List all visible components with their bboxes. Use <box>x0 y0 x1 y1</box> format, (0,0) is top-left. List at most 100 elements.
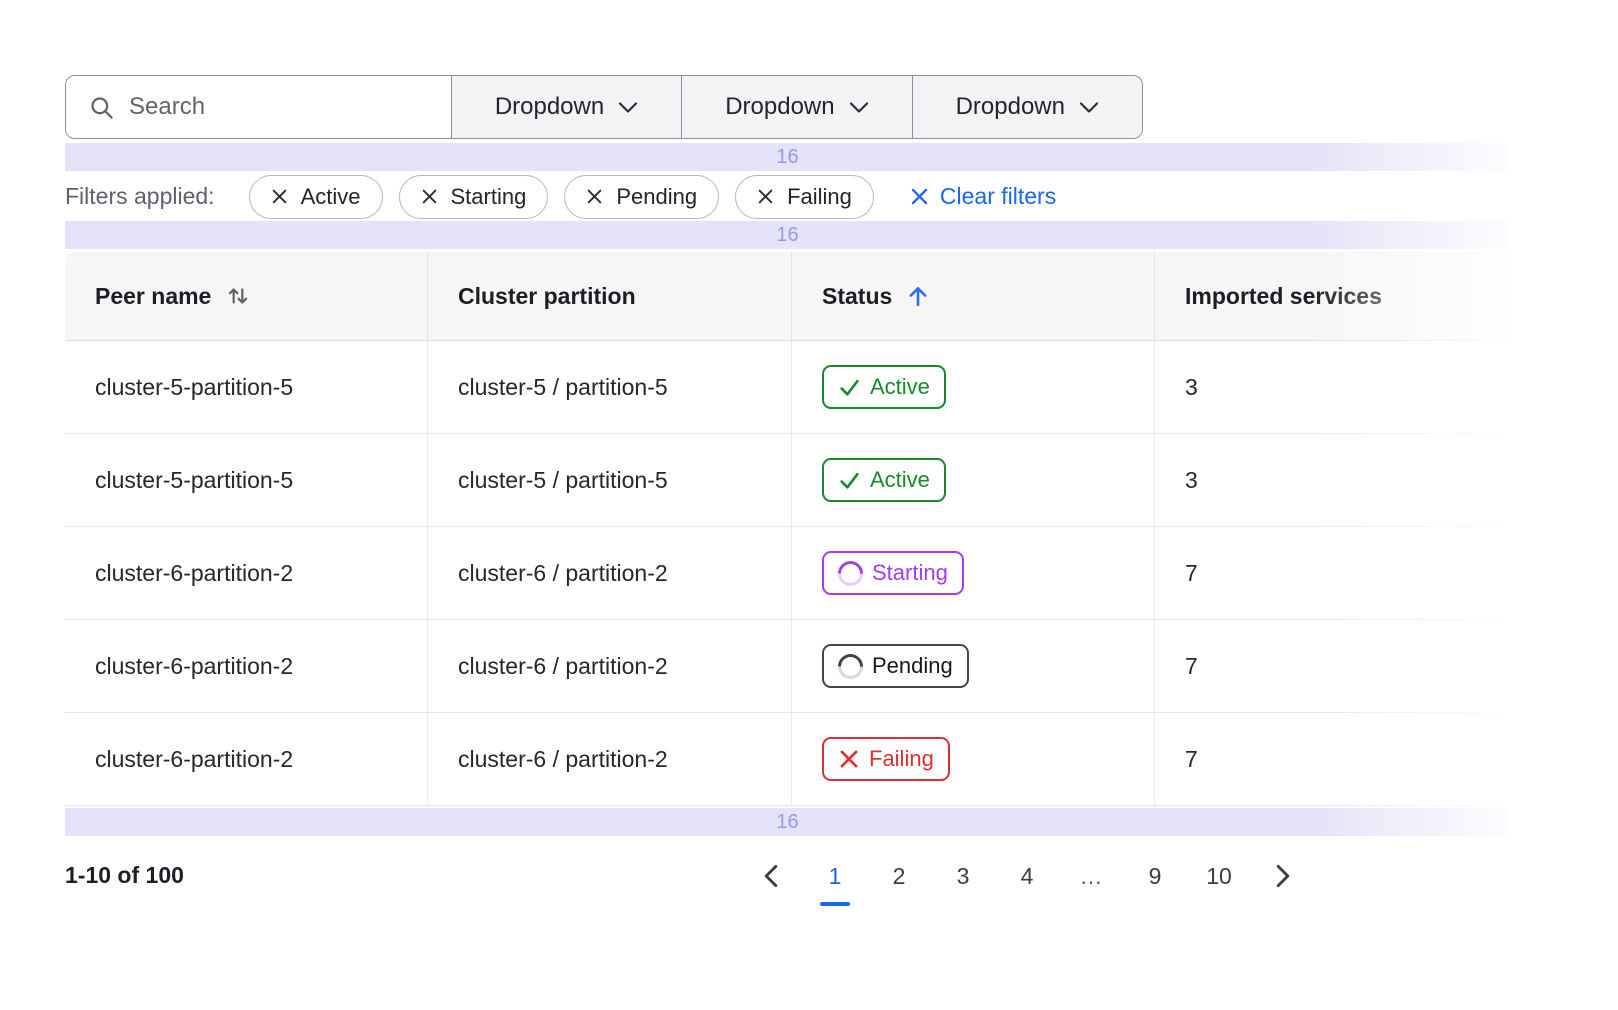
remove-filter-icon <box>421 188 438 205</box>
chevron-down-icon <box>849 101 869 114</box>
clear-filters-link[interactable]: Clear filters <box>910 183 1056 210</box>
filter-chip-active[interactable]: Active <box>249 175 383 219</box>
filter-chip-failing[interactable]: Failing <box>735 175 874 219</box>
previous-page-button[interactable] <box>739 852 803 900</box>
status-label: Active <box>870 374 930 400</box>
remove-filter-icon <box>586 188 603 205</box>
imported-services-cell: 3 <box>1155 434 1510 526</box>
chevron-left-icon <box>762 864 780 888</box>
chip-label: Starting <box>451 184 527 210</box>
filters-applied-label: Filters applied: <box>65 183 215 210</box>
peer-name-cell: cluster-6-partition-2 <box>65 620 428 712</box>
spacing-value: 16 <box>776 811 798 834</box>
dropdown-label: Dropdown <box>495 93 604 121</box>
table-row[interactable]: cluster-6-partition-2 cluster-6 / partit… <box>65 713 1510 806</box>
column-header-status[interactable]: Status <box>792 252 1155 340</box>
pagination-ellipsis: … <box>1059 852 1123 900</box>
remove-filter-icon <box>757 188 774 205</box>
pagination-nav: 1 2 3 4 … 9 10 <box>739 852 1315 900</box>
cluster-partition-cell: cluster-6 / partition-2 <box>428 620 792 712</box>
imported-services-cell: 7 <box>1155 620 1510 712</box>
chip-label: Active <box>301 184 361 210</box>
column-label: Status <box>822 283 892 310</box>
cluster-partition-cell: cluster-5 / partition-5 <box>428 341 792 433</box>
dropdown-label: Dropdown <box>725 93 834 121</box>
table-row[interactable]: cluster-6-partition-2 cluster-6 / partit… <box>65 620 1510 713</box>
peer-name-cell: cluster-5-partition-5 <box>65 434 428 526</box>
dropdown-button-1[interactable]: Dropdown <box>451 76 681 138</box>
table-header-row: Peer name Cluster partition Status Impor… <box>65 252 1510 341</box>
peer-name-cell: cluster-6-partition-2 <box>65 713 428 805</box>
clear-icon <box>910 187 929 206</box>
dropdown-button-3[interactable]: Dropdown <box>912 76 1142 138</box>
chevron-down-icon <box>1079 101 1099 114</box>
dropdown-button-2[interactable]: Dropdown <box>681 76 911 138</box>
status-label: Active <box>870 467 930 493</box>
spacing-value: 16 <box>776 146 798 169</box>
status-badge-failing: Failing <box>822 737 950 781</box>
filter-chip-pending[interactable]: Pending <box>564 175 719 219</box>
check-icon <box>838 469 861 492</box>
peering-table-page: Search Dropdown Dropdown Dropdown 16 Fil… <box>0 0 1618 1010</box>
remove-filter-icon <box>271 188 288 205</box>
status-label: Pending <box>872 653 953 679</box>
chevron-right-icon <box>1274 864 1292 888</box>
column-header-peer-name[interactable]: Peer name <box>65 252 428 340</box>
spacing-value: 16 <box>776 224 798 247</box>
column-label: Imported services <box>1185 283 1382 310</box>
status-cell: Failing <box>792 713 1155 805</box>
clear-filters-label: Clear filters <box>940 183 1056 210</box>
imported-services-cell: 7 <box>1155 713 1510 805</box>
column-header-imported-services[interactable]: Imported services <box>1155 252 1510 340</box>
status-badge-pending: Pending <box>822 644 969 688</box>
next-page-button[interactable] <box>1251 852 1315 900</box>
page-button-9[interactable]: 9 <box>1123 852 1187 900</box>
chip-label: Failing <box>787 184 852 210</box>
search-input[interactable]: Search <box>66 76 451 138</box>
column-label: Cluster partition <box>458 283 636 310</box>
page-button-4[interactable]: 4 <box>995 852 1059 900</box>
status-cell: Pending <box>792 620 1155 712</box>
cluster-partition-cell: cluster-5 / partition-5 <box>428 434 792 526</box>
status-label: Failing <box>869 746 934 772</box>
check-icon <box>838 376 861 399</box>
status-cell: Active <box>792 341 1155 433</box>
sort-both-icon <box>225 283 251 309</box>
imported-services-cell: 7 <box>1155 527 1510 619</box>
status-cell: Starting <box>792 527 1155 619</box>
status-label: Starting <box>872 560 948 586</box>
filter-chips: Active Starting Pending Failing <box>249 175 874 219</box>
table-row[interactable]: cluster-5-partition-5 cluster-5 / partit… <box>65 341 1510 434</box>
table-row[interactable]: cluster-6-partition-2 cluster-6 / partit… <box>65 527 1510 620</box>
search-placeholder: Search <box>129 93 205 121</box>
imported-services-cell: 3 <box>1155 341 1510 433</box>
chip-label: Pending <box>616 184 697 210</box>
pagination-summary: 1-10 of 100 <box>65 862 184 889</box>
status-badge-active: Active <box>822 458 946 502</box>
page-button-1[interactable]: 1 <box>803 852 867 900</box>
chevron-down-icon <box>618 101 638 114</box>
cluster-partition-cell: cluster-6 / partition-2 <box>428 713 792 805</box>
table-row[interactable]: cluster-5-partition-5 cluster-5 / partit… <box>65 434 1510 527</box>
page-button-3[interactable]: 3 <box>931 852 995 900</box>
peers-table: Peer name Cluster partition Status Impor… <box>65 252 1510 806</box>
filters-applied-row: Filters applied: Active Starting Pending <box>65 172 1510 221</box>
spinner-icon <box>833 648 868 683</box>
x-icon <box>838 748 860 770</box>
column-label: Peer name <box>95 283 211 310</box>
spacing-indicator-16: 16 <box>65 221 1510 249</box>
peer-name-cell: cluster-6-partition-2 <box>65 527 428 619</box>
cluster-partition-cell: cluster-6 / partition-2 <box>428 527 792 619</box>
status-badge-starting: Starting <box>822 551 964 595</box>
status-badge-active: Active <box>822 365 946 409</box>
search-icon <box>88 94 115 121</box>
page-button-2[interactable]: 2 <box>867 852 931 900</box>
filter-chip-starting[interactable]: Starting <box>399 175 549 219</box>
page-button-10[interactable]: 10 <box>1187 852 1251 900</box>
spacing-indicator-16: 16 <box>65 143 1510 171</box>
search-filter-toolbar: Search Dropdown Dropdown Dropdown <box>65 75 1143 139</box>
spacing-indicator-16: 16 <box>65 808 1510 836</box>
column-header-cluster-partition[interactable]: Cluster partition <box>428 252 792 340</box>
sort-ascending-icon <box>906 284 930 308</box>
peer-name-cell: cluster-5-partition-5 <box>65 341 428 433</box>
